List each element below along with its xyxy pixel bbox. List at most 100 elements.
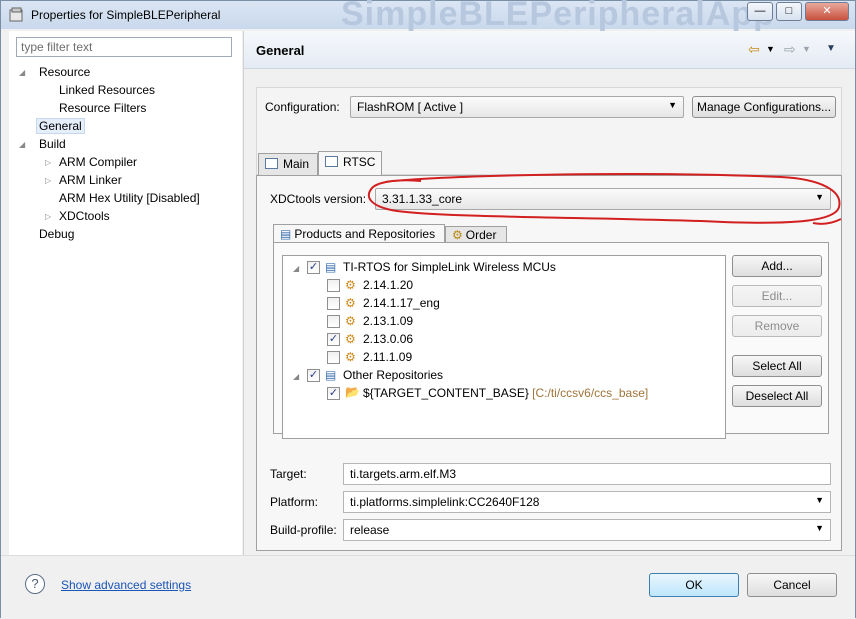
list-item: 2.14.1.17_eng [363,296,440,310]
chevron-down-icon: ▼ [815,192,824,202]
xdctools-version-label: XDCtools version: [270,192,367,206]
package-icon: ▤ [325,260,337,274]
tab-main[interactable]: Main [258,153,318,175]
tree-item-arm-hex-utility[interactable]: ARM Hex Utility [Disabled] [59,191,200,205]
list-item: TI-RTOS for SimpleLink Wireless MCUs [343,260,556,274]
properties-icon [9,7,23,22]
add-repository-button[interactable]: Add... [732,255,822,277]
back-arrow-icon[interactable]: ⇦ [748,41,760,58]
show-advanced-settings-link[interactable]: Show advanced settings [61,578,191,592]
expand-triangle-icon[interactable]: ◢ [19,68,25,77]
repository-path: [C:/ti/ccsv6/ccs_base] [532,386,649,400]
properties-page: General ⇦ ▼ ⇨ ▼ ▼ Configuration: FlashRO… [244,31,855,555]
background-window-title: SimpleBLEPeripheralApp [341,0,775,33]
tab-order-label: Order [465,228,497,242]
platform-value: ti.platforms.simplelink:CC2640F128 [350,495,540,509]
chevron-down-icon[interactable]: ▼ [802,44,811,54]
tree-item-debug[interactable]: Debug [39,227,74,241]
checkbox-ti-rtos[interactable]: ✓ [307,261,320,274]
tree-item-linked-resources[interactable]: Linked Resources [59,83,155,97]
configuration-value: FlashROM [ Active ] [357,100,464,114]
help-icon[interactable]: ? [25,574,45,594]
window-title: Properties for SimpleBLEPeripheral [31,8,221,22]
chevron-down-icon: ▼ [815,495,824,505]
table-icon [265,158,278,169]
package-icon: ⚙ [345,278,356,292]
tree-item-general[interactable]: General [36,118,85,134]
collapsed-triangle-icon[interactable]: ▷ [45,158,51,167]
cancel-button[interactable]: Cancel [747,573,837,597]
package-icon: ⚙ [345,296,356,310]
page-title: General [256,43,305,58]
tree-item-resource-filters[interactable]: Resource Filters [59,101,146,115]
tab-rtsc[interactable]: RTSC [318,151,382,175]
expand-triangle-icon[interactable]: ◢ [19,140,25,149]
xdctools-version-value: 3.31.1.33_core [382,192,463,206]
target-field[interactable]: ti.targets.arm.elf.M3 [343,463,831,485]
checkbox-2-13-1-09[interactable] [327,315,340,328]
title-bar[interactable]: SimpleBLEPeripheralApp Properties for Si… [1,0,855,33]
maximize-button[interactable]: □ [776,2,802,21]
filter-input[interactable]: type filter text [16,37,232,57]
properties-dialog: SimpleBLEPeripheralApp Properties for Si… [0,0,856,618]
expand-triangle-icon[interactable]: ◢ [293,264,299,273]
configuration-label: Configuration: [265,100,340,114]
checkbox-2-13-0-06[interactable]: ✓ [327,333,340,346]
list-item: ${TARGET_CONTENT_BASE} [C:/ti/ccsv6/ccs_… [363,386,648,400]
tab-products-label: Products and Repositories [294,227,436,241]
checkbox-other-repositories[interactable]: ✓ [307,369,320,382]
tab-main-label: Main [283,157,310,171]
ok-button[interactable]: OK [649,573,739,597]
xdctools-version-select[interactable]: 3.31.1.33_core ▼ [375,188,831,210]
build-profile-select[interactable]: release ▼ [343,519,831,541]
manage-configurations-button[interactable]: Manage Configurations... [692,96,836,118]
folder-icon: 📂 [345,385,360,399]
close-button[interactable]: ✕ [805,2,849,21]
configuration-select[interactable]: FlashROM [ Active ] ▼ [350,96,684,118]
tree-item-xdctools[interactable]: XDCtools [59,209,110,223]
tab-products-and-repositories[interactable]: ▤ Products and Repositories [273,224,445,244]
rtsc-tab-content: XDCtools version: 3.31.1.33_core ▼ ▤ Prod… [256,175,842,551]
repository-icon: ▤ [325,368,337,382]
repository-list[interactable]: ◢ ✓ ▤ TI-RTOS for SimpleLink Wireless MC… [282,255,726,439]
table-icon [325,156,338,167]
order-icon: ⚙ [452,228,463,242]
checkbox-2-14-1-20[interactable] [327,279,340,292]
checkbox-2-11-1-09[interactable] [327,351,340,364]
chevron-down-icon[interactable]: ▼ [766,44,775,54]
repository-name: ${TARGET_CONTENT_BASE} [363,386,529,400]
checkbox-target-content-base[interactable]: ✓ [327,387,340,400]
list-item: Other Repositories [343,368,444,382]
chevron-down-icon: ▼ [815,523,824,533]
platform-select[interactable]: ti.platforms.simplelink:CC2640F128 ▼ [343,491,831,513]
deselect-all-button[interactable]: Deselect All [732,385,822,407]
expand-triangle-icon[interactable]: ◢ [293,372,299,381]
view-menu-icon[interactable]: ▼ [826,43,836,54]
dialog-footer: ? Show advanced settings OK Cancel [1,555,855,618]
products-panel: ◢ ✓ ▤ TI-RTOS for SimpleLink Wireless MC… [273,242,829,439]
collapsed-triangle-icon[interactable]: ▷ [45,212,51,221]
tab-rtsc-label: RTSC [343,155,376,169]
collapsed-triangle-icon[interactable]: ▷ [45,176,51,185]
tree-item-arm-compiler[interactable]: ARM Compiler [59,155,137,169]
forward-arrow-icon[interactable]: ⇨ [784,41,796,58]
tree-item-arm-linker[interactable]: ARM Linker [59,173,122,187]
target-label: Target: [270,467,307,481]
platform-label: Platform: [270,495,319,509]
package-icon: ▤ [280,227,292,241]
page-header: General ⇦ ▼ ⇨ ▼ ▼ [244,31,855,69]
edit-repository-button[interactable]: Edit... [732,285,822,307]
package-icon: ⚙ [345,332,356,346]
remove-repository-button[interactable]: Remove [732,315,822,337]
list-item: 2.13.1.09 [363,314,414,328]
navigation-pane: type filter text ◢ Resource Linked Resou… [9,31,242,555]
package-icon: ⚙ [345,350,356,364]
list-item: 2.14.1.20 [363,278,414,292]
list-item: 2.13.0.06 [363,332,414,346]
minimize-button[interactable]: — [747,2,773,21]
checkbox-2-14-1-17-eng[interactable] [327,297,340,310]
tree-item-resource[interactable]: Resource [39,65,90,79]
select-all-button[interactable]: Select All [732,355,822,377]
tree-item-build[interactable]: Build [39,137,66,151]
list-item: 2.11.1.09 [363,350,413,364]
